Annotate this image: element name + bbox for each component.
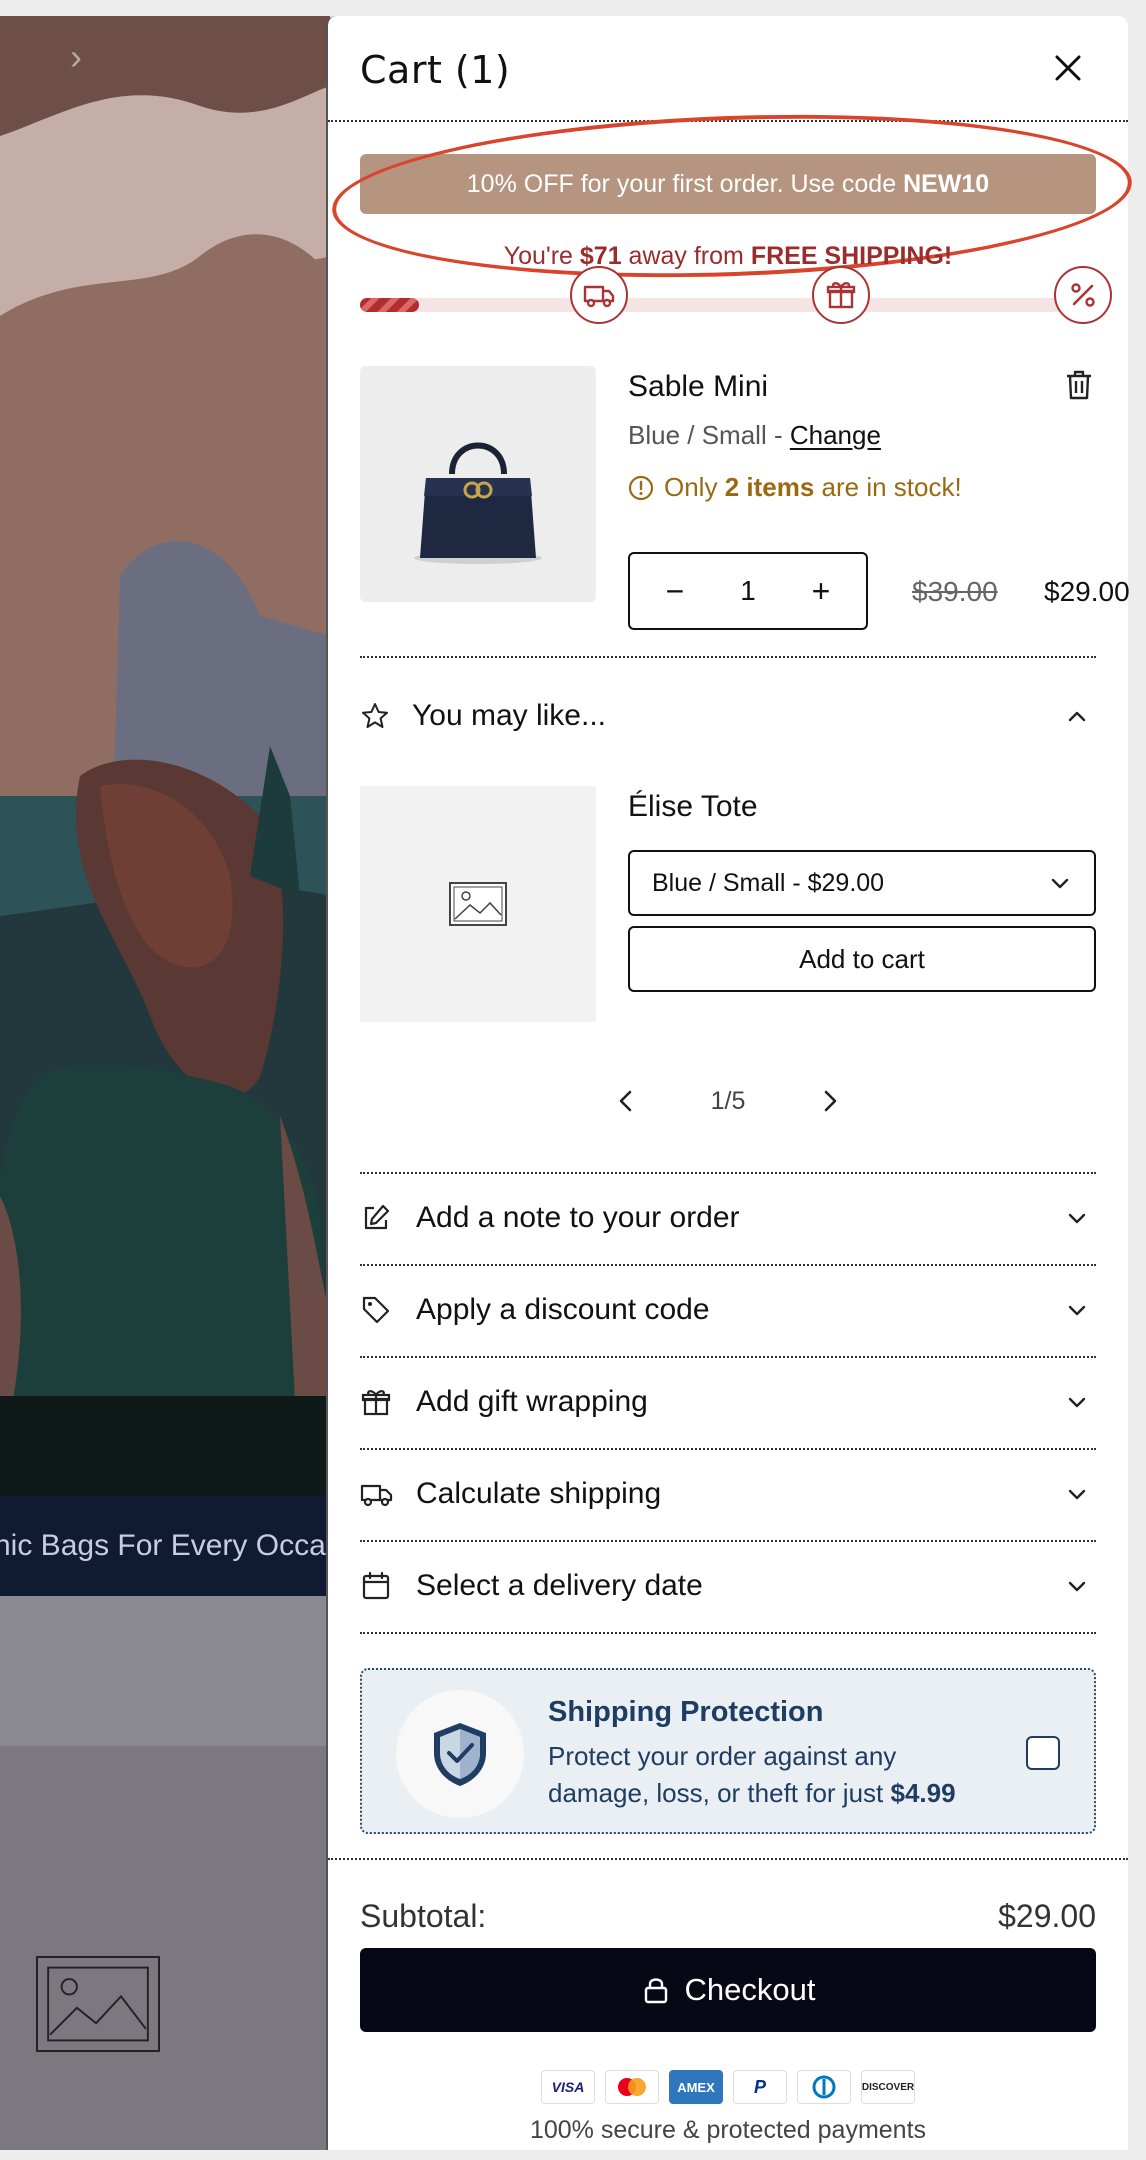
accordion-label: Add gift wrapping [416,1385,648,1418]
checkout-button[interactable]: Checkout [360,1948,1096,2032]
chevron-right-icon[interactable] [815,1086,845,1116]
visa-icon: VISA [541,2070,595,2104]
divider [360,656,1096,658]
checkout-label: Checkout [684,1972,816,2007]
variant-select[interactable]: Blue / Small - $29.00 [628,850,1096,916]
background-page: › hic Bags For Every Occa [0,16,330,2150]
original-price: $39.00 [912,576,998,607]
gift-icon [361,1390,391,1416]
accordion-delivery-date[interactable]: Select a delivery date [360,1540,1096,1630]
chevron-down-icon [1051,878,1069,889]
amex-icon: AMEX [669,2070,723,2104]
quantity-value[interactable]: 1 [740,575,756,607]
accordion-label: Calculate shipping [416,1477,662,1510]
shipping-goal: FREE SHIPPING! [750,242,953,270]
discover-icon: DISCOVER [861,2070,915,2104]
divider [360,1632,1096,1634]
subtotal-value: $29.00 [998,1898,1096,1934]
chevron-down-icon [1068,1305,1086,1316]
chevron-up-icon[interactable] [1064,703,1090,729]
accordion-label: Apply a discount code [416,1293,710,1326]
chevron-down-icon [1068,1213,1086,1224]
recommendations-pager: 1/5 [328,1076,1128,1126]
chevron-down-icon [1068,1489,1086,1500]
accordion-label: Select a delivery date [416,1569,703,1602]
sale-price: $29.00 [1044,576,1130,607]
image-placeholder-icon [36,1956,160,2052]
alert-circle-icon [628,475,654,500]
milestone-gift [812,266,870,324]
gift-icon [826,282,856,309]
shipping-protection-description: Protect your order against any damage, l… [548,1741,956,1808]
promo-code: NEW10 [903,170,990,198]
milestone-discount [1054,266,1112,324]
shipping-progress-bar [360,266,1112,324]
shipping-protection-title: Shipping Protection [548,1696,824,1728]
stock-warning: Only 2 items are in stock! [628,472,962,503]
background-section [0,1746,330,2150]
mastercard-icon [605,2070,659,2104]
product-image[interactable] [360,366,596,602]
tag-icon [362,1296,390,1324]
promo-banner: 10% OFF for your first order. Use code N… [360,154,1096,214]
shipping-protection-price: $4.99 [890,1778,956,1808]
variant-select-value: Blue / Small - $29.00 [652,868,885,897]
lock-icon [644,1978,667,2004]
handbag-image [360,366,596,602]
trash-icon[interactable] [1062,368,1096,402]
close-icon[interactable] [1048,48,1088,88]
chevron-down-icon [1068,1581,1086,1592]
calendar-icon [362,1571,390,1600]
chevron-down-icon [1068,1397,1086,1408]
hero-caption: hic Bags For Every Occa [0,1496,330,1596]
accordion-order-note[interactable]: Add a note to your order [360,1172,1096,1262]
subtotal-label: Subtotal: [360,1898,487,1934]
diners-icon [797,2070,851,2104]
progress-fill [360,298,419,312]
footer-divider [328,1858,1128,1860]
change-variant-link[interactable]: Change [790,420,881,450]
hero-illustration [0,16,330,1496]
star-icon [362,703,388,728]
chevron-left-icon[interactable] [611,1086,641,1116]
product-variant: Blue / Small - Change [628,420,881,450]
add-to-cart-button[interactable]: Add to cart [628,926,1096,992]
truck-icon [360,1484,393,1507]
pager-count: 1/5 [710,1086,746,1115]
accordion-calculate-shipping[interactable]: Calculate shipping [360,1448,1096,1538]
recommended-product-image[interactable] [360,786,596,1022]
free-shipping-message: You're $71 away from FREE SHIPPING! [503,242,953,270]
increase-quantity-button[interactable]: + [806,573,836,610]
recommended-product-title[interactable]: Élise Tote [628,790,758,824]
paypal-icon: P [733,2070,787,2104]
accordion-label: Add a note to your order [416,1201,740,1234]
progress-track [360,298,1096,312]
carousel-next-icon[interactable]: › [70,36,82,78]
cart-line-item: Sable Mini Blue / Small - Change Only 2 … [360,366,1130,636]
shipping-protection-card[interactable]: Shipping Protection Protect your order a… [360,1668,1096,1834]
image-placeholder-icon [449,882,507,926]
edit-icon [364,1204,390,1230]
promo-text: 10% OFF for your first order. Use code [466,170,904,198]
cart-header: Cart (1) [328,16,1128,122]
accordion-discount-code[interactable]: Apply a discount code [360,1264,1096,1354]
quantity-stepper: − 1 + [628,552,868,630]
product-title[interactable]: Sable Mini [628,370,768,404]
decrease-quantity-button[interactable]: − [660,573,690,610]
shipping-protection-checkbox[interactable] [1026,1736,1060,1770]
accordion-gift-wrapping[interactable]: Add gift wrapping [360,1356,1096,1446]
shield-badge [396,1690,524,1818]
milestone-shipping [570,266,628,324]
cart-title: Cart (1) [360,48,511,92]
recommendations-heading: You may like... [412,699,606,732]
cart-drawer: Cart (1) 10% OFF for your first order. U… [326,16,1135,2150]
percent-icon [1071,283,1095,307]
shield-check-icon [434,1723,486,1786]
stock-count: 2 items [724,472,815,502]
payment-methods: VISA AMEX P DISCOVER [328,2070,1128,2104]
recommendations-toggle[interactable]: You may like... [360,686,1096,746]
truck-icon [583,285,615,308]
secure-payments-text: 100% secure & protected payments [529,2116,927,2144]
